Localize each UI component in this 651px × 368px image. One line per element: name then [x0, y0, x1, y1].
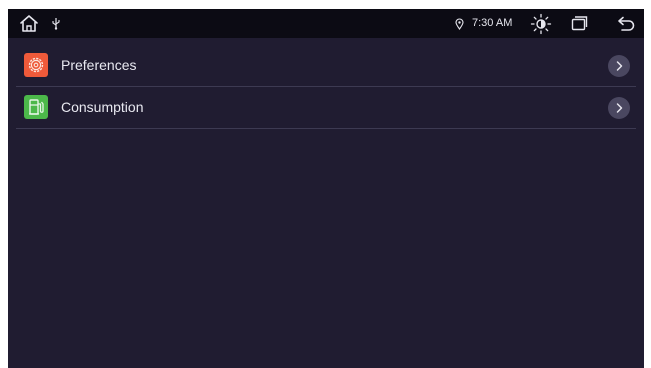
- preferences-item[interactable]: Preferences: [16, 45, 636, 87]
- usb-icon: [51, 17, 61, 30]
- fuel-pump-icon: [24, 95, 48, 119]
- location-icon: [455, 17, 464, 30]
- chevron-right-icon[interactable]: [608, 97, 630, 119]
- window-icon[interactable]: [571, 16, 588, 31]
- settings-list: Preferences Consumption: [16, 45, 636, 129]
- home-icon[interactable]: [19, 14, 39, 33]
- clock-time: 7:30 AM: [472, 17, 513, 29]
- gear-icon: [24, 53, 48, 77]
- status-bar: 7:30 AM: [8, 9, 644, 38]
- preferences-label: Preferences: [61, 57, 137, 73]
- consumption-label: Consumption: [61, 99, 144, 115]
- consumption-item[interactable]: Consumption: [16, 87, 636, 129]
- brightness-icon[interactable]: [530, 13, 552, 35]
- chevron-right-icon[interactable]: [608, 55, 630, 77]
- back-icon[interactable]: [617, 16, 636, 31]
- app-screen: 7:30 AM Preferences Consumption: [8, 9, 644, 368]
